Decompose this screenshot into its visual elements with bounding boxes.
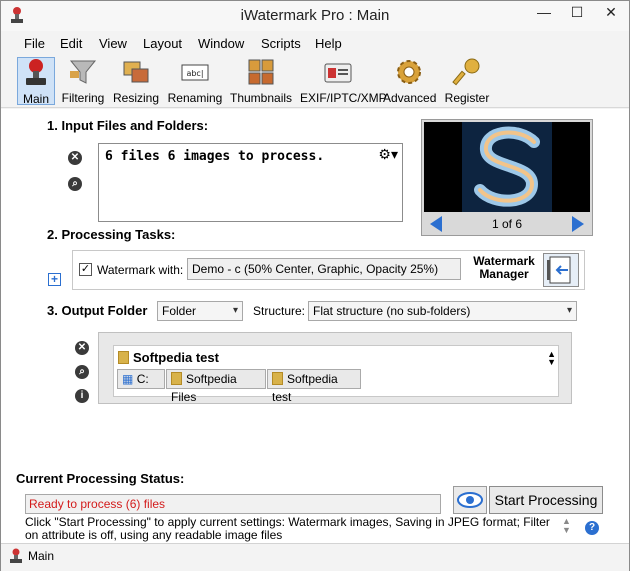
next-image-button[interactable]	[572, 216, 584, 232]
status-field: Ready to process (6) files	[25, 494, 441, 514]
structure-label: Structure:	[253, 304, 306, 318]
structure-select[interactable]: Flat structure (no sub-folders) ▾	[308, 301, 577, 321]
rename-icon: abc|	[181, 64, 209, 81]
add-task-button[interactable]: +	[48, 273, 61, 286]
folder-icon	[118, 351, 129, 364]
tasks-section-title: 2. Processing Tasks:	[47, 227, 176, 242]
tool-resizing[interactable]: Resizing	[113, 57, 159, 105]
status-bar-label: Main	[28, 549, 55, 563]
breadcrumb-softpedia-test[interactable]: Softpedia test	[267, 369, 361, 404]
stamp-icon	[26, 59, 46, 85]
folder-icon	[272, 372, 283, 385]
funnel-icon	[69, 60, 97, 84]
tool-advanced[interactable]: Advanced	[383, 57, 436, 105]
resize-icon	[123, 61, 149, 83]
scroll-arrows-icon[interactable]: ▲ ▼	[562, 517, 571, 535]
stamp-icon	[10, 548, 22, 563]
output-folder-name: Softpedia test	[118, 350, 219, 365]
start-processing-button[interactable]: Start Processing	[489, 486, 603, 514]
input-section-title: 1. Input Files and Folders:	[47, 118, 209, 133]
output-folder-box: Softpedia test ▲ ▼ ▦ C: Softpedia Files S…	[98, 332, 572, 404]
menu-layout[interactable]: Layout	[143, 36, 182, 51]
magnifier-icon[interactable]: ⌕	[68, 177, 82, 191]
folder-icon	[171, 372, 182, 385]
help-icon[interactable]: ?	[585, 521, 599, 535]
title-bar: iWatermark Pro : Main — ☐ ✕	[1, 1, 629, 31]
id-card-icon	[324, 63, 352, 83]
info-icon[interactable]: i	[75, 389, 89, 403]
remove-input-icon[interactable]: ✕	[68, 151, 82, 165]
settings-gear-icon[interactable]: ⚙▾	[378, 146, 398, 163]
preview-s-graphic	[424, 122, 590, 212]
breadcrumb-softpedia-files[interactable]: Softpedia Files	[166, 369, 266, 404]
status-bar: Main	[1, 543, 629, 571]
app-window: iWatermark Pro : Main — ☐ ✕ File Edit Vi…	[0, 0, 630, 571]
input-summary: 6 files 6 images to process.	[105, 149, 325, 164]
chevron-down-icon: ▾	[566, 305, 572, 316]
output-folder-view[interactable]: Softpedia test ▲ ▼ ▦ C: Softpedia Files S…	[113, 345, 559, 404]
drive-icon: ▦	[122, 372, 134, 386]
menu-scripts[interactable]: Scripts	[261, 36, 301, 51]
svg-text:abc|: abc|	[186, 69, 203, 78]
watermark-value-field[interactable]: Demo - c (50% Center, Graphic, Opacity 2…	[187, 258, 461, 280]
status-section-title: Current Processing Status:	[16, 471, 185, 486]
magnifier-icon[interactable]: ⌕	[75, 365, 89, 379]
menu-edit[interactable]: Edit	[60, 36, 82, 51]
menu-bar: File Edit View Layout Window Scripts Hel…	[1, 32, 629, 54]
tool-filtering[interactable]: Filtering	[59, 57, 107, 105]
maximize-button[interactable]: ☐	[561, 1, 593, 23]
watermark-manager-icon[interactable]	[543, 253, 579, 287]
preview-image	[424, 122, 590, 212]
tool-thumbnails[interactable]: Thumbnails	[230, 57, 292, 105]
help-text: Click "Start Processing" to apply curren…	[25, 515, 550, 542]
menu-help[interactable]: Help	[315, 36, 342, 51]
toolbar: Main Filtering Resizing abc| Renaming Th…	[1, 54, 629, 108]
output-folder-select[interactable]: Folder ▾	[157, 301, 243, 321]
preview-panel: 1 of 6	[421, 119, 593, 236]
gear-icon	[397, 60, 421, 84]
preview-eye-button[interactable]	[453, 486, 487, 514]
tool-renaming[interactable]: abc| Renaming	[167, 57, 223, 105]
watermark-checkbox[interactable]: ✓	[79, 263, 92, 276]
thumbnails-icon	[248, 59, 274, 85]
tool-register[interactable]: Register	[442, 57, 492, 105]
menu-view[interactable]: View	[99, 36, 127, 51]
watermark-manager-label[interactable]: Watermark Manager	[467, 255, 541, 281]
menu-window[interactable]: Window	[198, 36, 244, 51]
output-section-title: 3. Output Folder	[47, 303, 148, 318]
close-button[interactable]: ✕	[595, 1, 627, 23]
tool-main[interactable]: Main	[17, 57, 55, 106]
input-files-list[interactable]: 6 files 6 images to process. ⚙▾	[98, 143, 403, 222]
clear-output-icon[interactable]: ✕	[75, 341, 89, 355]
tool-exif[interactable]: EXIF/IPTC/XMP	[300, 57, 387, 105]
watermark-with-label: Watermark with:	[97, 263, 184, 277]
preview-pager: 1 of 6	[491, 217, 523, 231]
scroll-arrows-icon[interactable]: ▲ ▼	[547, 350, 556, 367]
eye-icon	[457, 492, 483, 508]
breadcrumb-drive[interactable]: ▦ C:	[117, 369, 165, 389]
document-arrow-icon	[547, 256, 571, 284]
menu-file[interactable]: File	[24, 36, 45, 51]
key-icon	[452, 58, 480, 86]
chevron-down-icon: ▾	[232, 305, 238, 316]
minimize-button[interactable]: —	[528, 1, 560, 23]
